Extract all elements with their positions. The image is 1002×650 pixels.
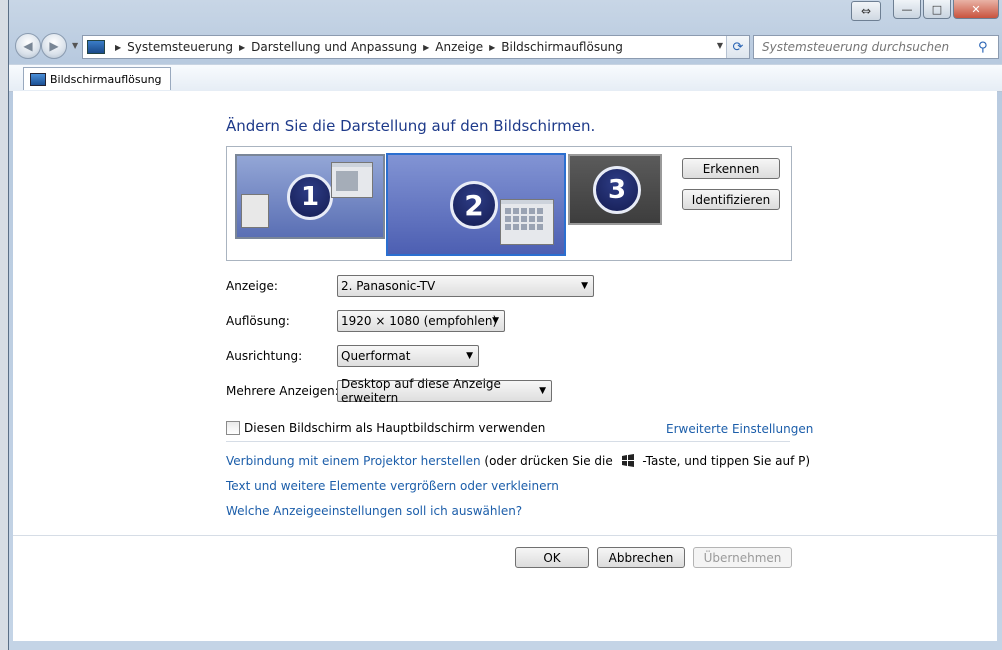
- tab-bildschirmaufloesung[interactable]: Bildschirmauflösung: [23, 67, 171, 90]
- primary-display-label[interactable]: Diesen Bildschirm als Hauptbildschirm ve…: [244, 421, 545, 435]
- monitor-2[interactable]: 2: [386, 153, 566, 256]
- monitor-1[interactable]: 1: [235, 154, 385, 239]
- divider: [226, 441, 790, 442]
- monitor-number-3: 3: [593, 166, 641, 214]
- breadcrumb-darstellung[interactable]: Darstellung und Anpassung: [251, 40, 417, 54]
- refresh-icon: ⟳: [732, 39, 744, 55]
- back-button[interactable]: ◀: [15, 33, 41, 59]
- resolution-label: Auflösung:: [226, 314, 290, 328]
- primary-display-checkbox[interactable]: [226, 421, 240, 435]
- multiple-displays-label: Mehrere Anzeigen:: [226, 384, 339, 398]
- monitor-number-1: 1: [287, 174, 333, 220]
- which-settings-link[interactable]: Welche Anzeigeeinstellungen soll ich aus…: [226, 504, 522, 518]
- address-dropdown-icon[interactable]: ▼: [717, 41, 723, 50]
- chevron-down-icon: ▼: [581, 281, 588, 291]
- forward-button[interactable]: ▶: [41, 33, 67, 59]
- chevron-right-icon[interactable]: ▶: [423, 43, 429, 52]
- chevron-down-icon: ▼: [539, 386, 546, 396]
- windows-logo-icon: [621, 454, 635, 470]
- ok-button[interactable]: OK: [515, 547, 589, 568]
- breadcrumb-systemsteuerung[interactable]: Systemsteuerung: [127, 40, 233, 54]
- identify-button[interactable]: Identifizieren: [682, 189, 780, 210]
- projector-row: Verbindung mit einem Projektor herstelle…: [226, 454, 810, 470]
- window-controls: — □ ✕: [893, 0, 999, 19]
- resolution-select[interactable]: 1920 × 1080 (empfohlen) ▼: [337, 310, 505, 332]
- close-button[interactable]: ✕: [953, 0, 999, 19]
- monitor-number-2: 2: [450, 181, 498, 229]
- display-label: Anzeige:: [226, 279, 278, 293]
- orientation-value: Querformat: [341, 349, 411, 363]
- divider: [13, 535, 997, 536]
- resolution-value: 1920 × 1080 (empfohlen): [341, 314, 498, 328]
- chevron-right-icon[interactable]: ▶: [489, 43, 495, 52]
- cancel-button[interactable]: Abbrechen: [597, 547, 685, 568]
- maximize-button[interactable]: □: [923, 0, 951, 19]
- arrow-left-icon: ◀: [23, 39, 33, 53]
- breadcrumb-anzeige[interactable]: Anzeige: [435, 40, 483, 54]
- main-content: Ändern Sie die Darstellung auf den Bilds…: [13, 91, 997, 641]
- detect-button[interactable]: Erkennen: [682, 158, 780, 179]
- breadcrumb: ▶ Systemsteuerung ▶ Darstellung und Anpa…: [109, 40, 623, 54]
- orientation-select[interactable]: Querformat ▼: [337, 345, 479, 367]
- monitor-actions: Erkennen Identifizieren: [682, 158, 780, 210]
- control-panel-window: ⇔ — □ ✕ ◀ ▶ ▼ ▶ Systemsteuerung ▶ Darste…: [8, 0, 1002, 650]
- chevron-down-icon: ▼: [466, 351, 473, 361]
- advanced-settings-link[interactable]: Erweiterte Einstellungen: [666, 422, 813, 436]
- multiple-displays-value: Desktop auf diese Anzeige erweitern: [341, 377, 501, 405]
- window-preview-icon: [331, 162, 373, 198]
- tab-bar: Bildschirmauflösung: [9, 64, 1002, 92]
- refresh-button[interactable]: ⟳: [726, 36, 749, 58]
- tab-label: Bildschirmauflösung: [50, 72, 162, 86]
- navigation-bar: ◀ ▶ ▼ ▶ Systemsteuerung ▶ Darstellung un…: [9, 33, 1002, 61]
- control-panel-icon: [87, 40, 105, 54]
- chevron-right-icon[interactable]: ▶: [239, 43, 245, 52]
- orientation-label: Ausrichtung:: [226, 349, 303, 363]
- search-box[interactable]: ⚲: [753, 35, 999, 59]
- projector-hint-suffix: -Taste, und tippen Sie auf P): [642, 454, 811, 468]
- search-input[interactable]: [760, 39, 978, 55]
- text-size-row: Text und weitere Elemente vergrößern ode…: [226, 479, 559, 493]
- primary-display-option: Diesen Bildschirm als Hauptbildschirm ve…: [226, 421, 545, 435]
- display-value: 2. Panasonic-TV: [341, 279, 436, 293]
- breadcrumb-bildschirmaufloesung[interactable]: Bildschirmauflösung: [501, 40, 623, 54]
- display-select[interactable]: 2. Panasonic-TV ▼: [337, 275, 594, 297]
- swap-windows-icon[interactable]: ⇔: [851, 1, 881, 21]
- chevron-right-icon[interactable]: ▶: [115, 43, 121, 52]
- which-settings-row: Welche Anzeigeeinstellungen soll ich aus…: [226, 504, 522, 518]
- recent-pages-dropdown-icon[interactable]: ▼: [72, 41, 78, 50]
- text-size-link[interactable]: Text und weitere Elemente vergrößern ode…: [226, 479, 559, 493]
- window-preview-icon: [500, 199, 554, 245]
- projector-link[interactable]: Verbindung mit einem Projektor herstelle…: [226, 454, 481, 468]
- page-title: Ändern Sie die Darstellung auf den Bilds…: [226, 117, 596, 135]
- minimize-button[interactable]: —: [893, 0, 921, 19]
- projector-hint-prefix: (oder drücken Sie die: [484, 454, 613, 468]
- address-bar[interactable]: ▶ Systemsteuerung ▶ Darstellung und Anpa…: [82, 35, 750, 59]
- multiple-displays-select[interactable]: Desktop auf diese Anzeige erweitern ▼: [337, 377, 552, 405]
- search-icon[interactable]: ⚲: [978, 40, 988, 55]
- arrow-right-icon: ▶: [49, 39, 59, 53]
- monitor-3[interactable]: 3: [568, 154, 662, 225]
- apply-button[interactable]: Übernehmen: [693, 547, 792, 568]
- monitor-layout: 1 2 3 Erkennen Identifizieren: [226, 146, 792, 261]
- display-icon: [30, 72, 46, 86]
- window-preview-icon: [241, 194, 269, 228]
- chevron-down-icon: ▼: [492, 316, 499, 326]
